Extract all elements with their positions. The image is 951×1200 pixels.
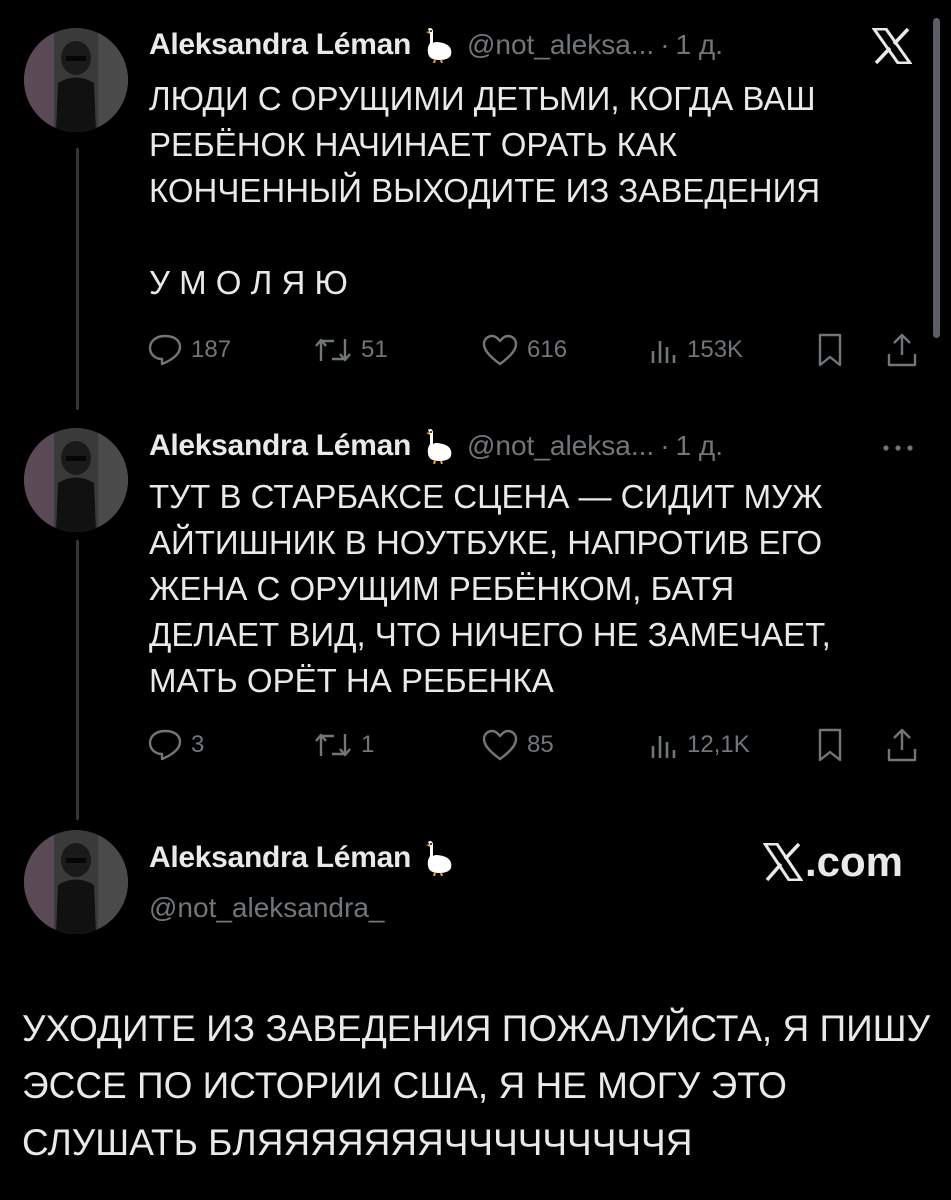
share-icon (887, 333, 917, 367)
like-button[interactable]: 85 (481, 725, 554, 765)
tweet-text: ЛЮДИ С ОРУЩИМИ ДЕТЬМИ, КОГДА ВАШ РЕБЁНОК… (149, 80, 821, 301)
views-icon (651, 736, 676, 758)
goose-icon (421, 840, 455, 877)
more-icon[interactable] (880, 440, 920, 458)
views-button[interactable]: 12,1K (649, 725, 750, 765)
bookmark-button[interactable] (815, 725, 845, 765)
views-icon (651, 341, 676, 363)
heart-icon (482, 334, 518, 366)
author-name[interactable]: Aleksandra Léman (149, 429, 411, 463)
views-button[interactable]: 153K (649, 330, 743, 370)
reply-button[interactable]: 3 (147, 725, 204, 765)
repost-icon (315, 338, 351, 362)
tweet-header: Aleksandra Léman @not_aleksa... · 1 д. (149, 427, 723, 465)
repost-button[interactable]: 1 (313, 725, 374, 765)
bookmark-icon (818, 728, 842, 762)
author-handle[interactable]: @not_aleksa... (467, 430, 654, 462)
share-icon (887, 728, 917, 762)
card-author: Aleksandra Léman (149, 840, 455, 877)
repost-count: 51 (361, 336, 388, 363)
reply-count: 3 (191, 731, 205, 758)
bookmark-icon (818, 333, 842, 367)
reply-icon (148, 334, 182, 366)
avatar[interactable] (24, 28, 128, 132)
share-button[interactable] (885, 725, 919, 765)
screenshot-stage: Aleksandra Léman @not_aleksa... · 1 д. Л… (0, 0, 951, 1200)
scrollbar[interactable] (933, 18, 940, 338)
tweet-header: Aleksandra Léman @not_aleksa... · 1 д. (149, 26, 723, 64)
tweet-time[interactable]: 1 д. (676, 430, 723, 462)
author-handle[interactable]: @not_aleksa... (467, 29, 654, 61)
avatar[interactable] (24, 830, 128, 934)
views-count: 12,1K (687, 731, 750, 758)
x-logo-icon (762, 843, 803, 881)
like-count: 85 (527, 731, 554, 758)
author-handle[interactable]: @not_aleksandra_ (149, 892, 384, 924)
heart-icon (482, 729, 518, 761)
tweet-actions: 3 1 85 12,1K (147, 725, 927, 765)
reply-button[interactable]: 187 (147, 330, 231, 370)
xcom-brand: .com (762, 838, 903, 886)
x-logo-icon[interactable] (871, 27, 913, 69)
separator-dot: · (660, 29, 670, 60)
thread-line (76, 540, 79, 820)
like-button[interactable]: 616 (481, 330, 567, 370)
thread-line (76, 148, 79, 410)
share-button[interactable] (885, 330, 919, 370)
reply-count: 187 (191, 336, 232, 363)
repost-count: 1 (361, 731, 375, 758)
repost-button[interactable]: 51 (313, 330, 388, 370)
tweet-actions: 187 51 616 153K (147, 330, 927, 370)
repost-icon (315, 733, 351, 757)
avatar[interactable] (24, 428, 128, 532)
reply-icon (148, 729, 182, 761)
tweet-text: ТУТ В СТАРБАКСЕ СЦЕНА — СИДИТ МУЖ АЙТИШН… (149, 478, 831, 699)
author-name[interactable]: Aleksandra Léman (149, 28, 411, 62)
tweet-time[interactable]: 1 д. (676, 29, 723, 61)
card-text: УХОДИТЕ ИЗ ЗАВЕДЕНИЯ ПОЖАЛУЙСТА, Я ПИШУ … (22, 1008, 931, 1163)
bookmark-button[interactable] (815, 330, 845, 370)
views-count: 153K (687, 336, 744, 363)
separator-dot: · (660, 430, 670, 461)
goose-icon (421, 428, 455, 465)
goose-icon (421, 27, 455, 64)
brand-text: .com (804, 838, 903, 885)
like-count: 616 (527, 336, 568, 363)
author-name[interactable]: Aleksandra Léman (149, 841, 411, 875)
